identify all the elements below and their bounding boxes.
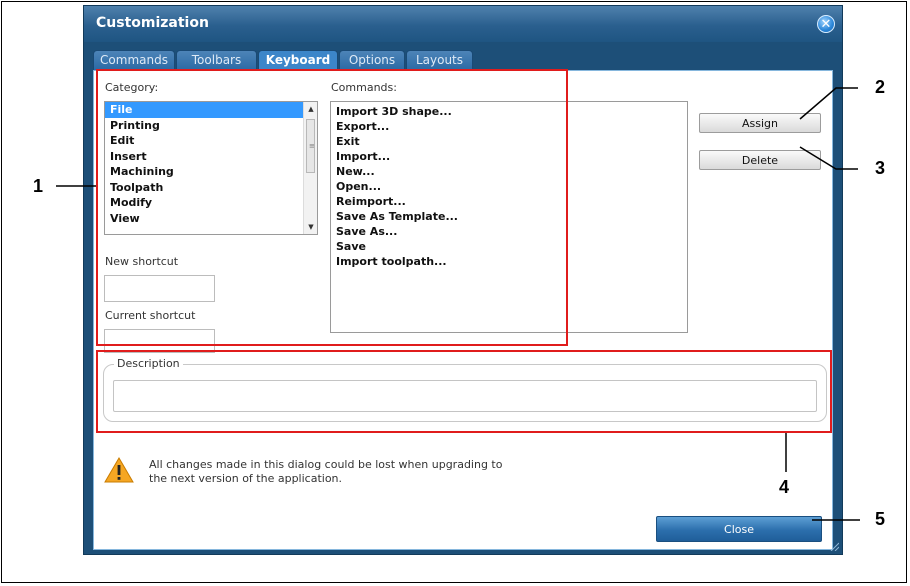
callout-3: 3 [875,158,886,178]
callout-1: 1 [33,176,44,196]
callout-lines [56,87,860,521]
callout-4: 4 [779,477,790,497]
callout-line-3 [799,146,858,170]
callout-5: 5 [875,509,886,529]
callout-line-2 [799,87,858,120]
callout-2: 2 [875,77,886,97]
